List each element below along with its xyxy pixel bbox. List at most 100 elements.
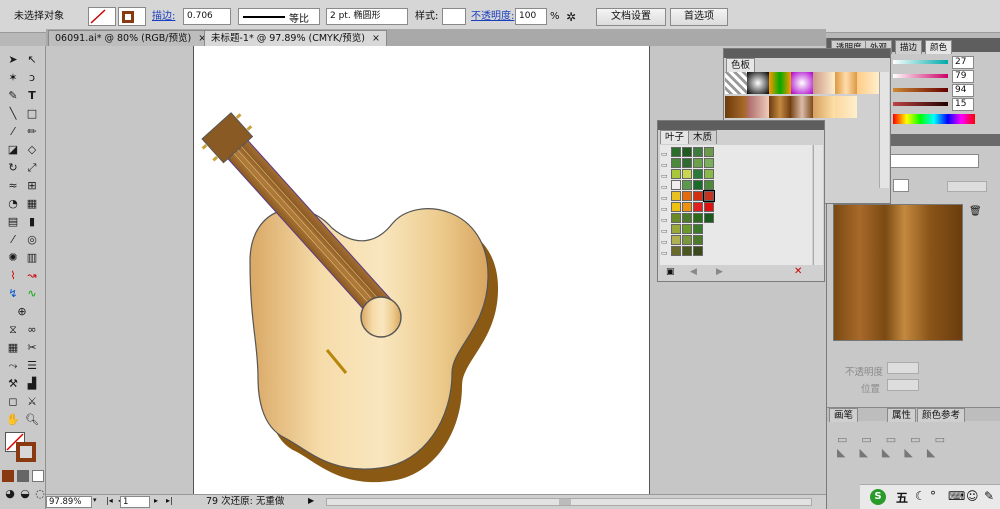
mesh-tool-icon[interactable]: ⧖ [5, 322, 21, 338]
paintbrush-icon[interactable]: ⁄ [5, 124, 21, 140]
stop-opacity-input[interactable] [887, 362, 919, 374]
envelope-icon[interactable]: ∞ [24, 322, 40, 338]
cyan-value[interactable]: 27 [952, 56, 974, 69]
live-paint-icon[interactable]: ▦ [24, 196, 40, 212]
library-menu-icon[interactable]: ▣ [666, 267, 675, 277]
artboard-tool-icon[interactable]: ⤳ [5, 358, 21, 374]
graph-tool-icon[interactable]: ▥ [24, 250, 40, 266]
swatch[interactable] [813, 72, 835, 94]
type-tool-icon[interactable]: T [24, 88, 40, 104]
tab-leaves[interactable]: 叶子 [660, 130, 690, 144]
width-tool-icon[interactable]: ⌇ [5, 268, 21, 284]
cyan-slider[interactable] [893, 60, 948, 64]
chart-icon[interactable]: ▟ [24, 376, 40, 392]
opacity-link[interactable]: 不透明度: [471, 8, 514, 25]
stroke-link[interactable]: 描边: [152, 8, 175, 25]
swatch[interactable] [747, 72, 769, 94]
stroke-swatch[interactable] [118, 7, 146, 26]
swatch[interactable] [725, 96, 747, 118]
artboard[interactable] [193, 46, 650, 494]
gradient-tool-icon[interactable]: ▮ [24, 214, 40, 230]
swatch[interactable] [747, 96, 769, 118]
blend-tool-icon[interactable]: ◎ [24, 232, 40, 248]
close-icon[interactable]: × [372, 33, 380, 44]
warp-tool-icon[interactable]: ≈ [5, 178, 21, 194]
tab-brushes[interactable]: 画笔 [829, 408, 859, 422]
line-tool-icon[interactable]: ╲ [5, 106, 21, 122]
knife-icon[interactable]: ⚔ [24, 394, 40, 410]
prev-library-icon[interactable]: ◀ [690, 267, 697, 277]
zoom-select[interactable]: 97.89% [46, 496, 92, 508]
tab-wood[interactable]: 木质 [688, 130, 718, 144]
tab-color-guide[interactable]: 颜色参考 [917, 408, 966, 422]
document-setup-button[interactable]: 文档设置 [596, 8, 666, 26]
stroke-color-icon[interactable] [16, 442, 36, 462]
recolor-icon[interactable]: ✲ [566, 9, 588, 25]
pattern-scrollbar[interactable] [813, 145, 823, 265]
direct-selection-icon[interactable]: ↖ [24, 52, 40, 68]
black-slider[interactable] [893, 102, 948, 106]
rotate-tool-icon[interactable]: ↻ [5, 160, 21, 176]
variable-width-profile[interactable]: 等比 [238, 8, 320, 25]
selection-tool-icon[interactable]: ➤ [5, 52, 21, 68]
hand-tool-icon[interactable]: ✋ [5, 412, 21, 428]
style-picker[interactable] [442, 8, 466, 25]
lasso-icon[interactable]: ↄ [24, 70, 40, 86]
color-spectrum[interactable] [893, 114, 975, 124]
swatch[interactable] [835, 72, 857, 94]
sogou-logo-icon[interactable]: S [870, 489, 886, 505]
rectangle-tool-icon[interactable]: □ [24, 106, 40, 122]
brush-definition-select[interactable]: 2 pt. 椭圆形 [326, 8, 408, 25]
black-value[interactable]: 15 [952, 98, 974, 111]
swatches-scrollbar[interactable] [879, 72, 889, 188]
moon-icon[interactable]: ☾ [915, 489, 926, 503]
pencil-icon[interactable]: ✏ [24, 124, 40, 140]
magic-wand-icon[interactable]: ✶ [5, 70, 21, 86]
brush-previews[interactable]: ▭▭▭▭▭ ◣◣◣◣◣ [837, 433, 987, 483]
last-page-icon[interactable]: ▸| [166, 496, 173, 505]
reshape-icon[interactable]: ↝ [24, 268, 40, 284]
draw-behind-icon[interactable]: ◒ [17, 486, 33, 502]
align-icon[interactable]: ☰ [24, 358, 40, 374]
scale-tool-icon[interactable]: ⤢ [24, 160, 40, 176]
trash-icon[interactable]: 🗑︎ [969, 206, 982, 217]
stop-location-input[interactable] [887, 379, 919, 391]
preferences-button[interactable]: 首选项 [670, 8, 728, 26]
swatch[interactable] [791, 96, 813, 118]
remove-icon[interactable]: ✕ [794, 266, 802, 277]
free-transform-icon[interactable]: ⊞ [24, 178, 40, 194]
perspective-grid-icon[interactable]: ▤ [5, 214, 21, 230]
artboard-icon[interactable]: ◻ [5, 394, 21, 410]
yellow-value[interactable]: 94 [952, 84, 974, 97]
magenta-slider[interactable] [893, 74, 948, 78]
crosshair-icon[interactable]: ⊕ [14, 304, 30, 320]
swatch[interactable] [769, 72, 791, 94]
wrench-icon[interactable]: ✎ [984, 489, 994, 503]
horizontal-scrollbar[interactable] [326, 498, 812, 506]
swatch[interactable] [857, 72, 879, 94]
measure-icon[interactable]: ⚒ [5, 376, 21, 392]
opacity-input[interactable]: 100 [515, 8, 547, 25]
ime-mode[interactable]: 五 [896, 489, 908, 506]
tab-attributes[interactable]: 属性 [887, 408, 917, 422]
tab-swatches[interactable]: 色板 [726, 58, 756, 72]
slice-tool-icon[interactable]: ▦ [5, 340, 21, 356]
zoom-tool-icon[interactable]: 🔍︎ [24, 412, 40, 428]
user-icon[interactable]: ☺ [966, 489, 979, 503]
eraser-icon[interactable]: ◇ [24, 142, 40, 158]
swatch[interactable] [725, 72, 747, 94]
none-mode-icon[interactable] [32, 470, 44, 482]
tab-doc-2[interactable]: 未标题-1* @ 97.89% (CMYK/预览) × [204, 30, 387, 46]
swatch[interactable] [791, 72, 813, 94]
next-page-icon[interactable]: ▸ [154, 496, 158, 505]
keyboard-icon[interactable]: ⌨ [948, 489, 965, 503]
swatch-grid[interactable] [725, 72, 879, 122]
magenta-value[interactable]: 79 [952, 70, 974, 83]
chevron-down-icon[interactable]: ▾ [93, 496, 103, 508]
aspect-input[interactable] [947, 181, 987, 192]
pattern-swatch-area[interactable]: ▭ ▭ ▭ ▭ ▭ ▭ ▭ ▭ ▭ ▭ [660, 145, 812, 265]
pen-tool-icon[interactable]: ✎ [5, 88, 21, 104]
swatch[interactable] [813, 96, 835, 118]
shape-builder-icon[interactable]: ◔ [5, 196, 21, 212]
first-page-icon[interactable]: |◂ [106, 496, 113, 505]
